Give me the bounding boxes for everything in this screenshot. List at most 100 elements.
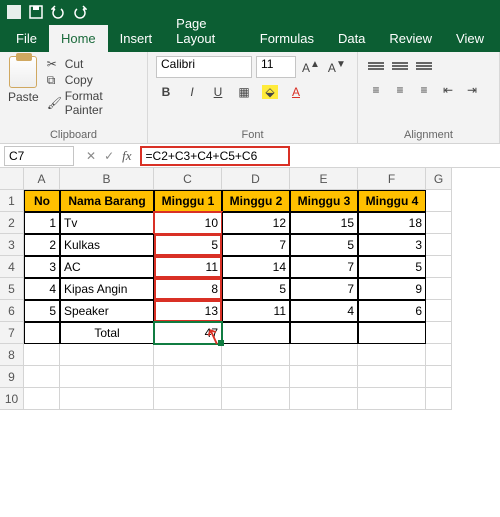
header-cell[interactable]: Nama Barang <box>60 190 154 212</box>
row-header[interactable]: 1 <box>0 190 24 212</box>
cell[interactable]: 3 <box>24 256 60 278</box>
row-header[interactable]: 10 <box>0 388 24 410</box>
header-cell[interactable]: Minggu 4 <box>358 190 426 212</box>
header-cell[interactable]: Minggu 2 <box>222 190 290 212</box>
undo-icon[interactable] <box>50 4 66 20</box>
fx-icon[interactable]: fx <box>122 148 131 164</box>
cell[interactable]: 9 <box>358 278 426 300</box>
font-size-select[interactable]: 11 <box>256 56 296 78</box>
align-top-button[interactable] <box>366 56 386 76</box>
cell[interactable]: 10 <box>154 212 222 234</box>
font-name-select[interactable]: Calibri <box>156 56 252 78</box>
cell[interactable]: 3 <box>358 234 426 256</box>
bold-button[interactable]: B <box>156 82 176 102</box>
cell[interactable]: 5 <box>358 256 426 278</box>
border-button[interactable]: ▦ <box>234 82 254 102</box>
cut-button[interactable]: ✂Cut <box>45 56 139 72</box>
row-header[interactable]: 9 <box>0 366 24 388</box>
format-painter-button[interactable]: 🖌Format Painter <box>45 88 139 118</box>
col-header[interactable]: F <box>358 168 426 190</box>
cell[interactable]: Speaker <box>60 300 154 322</box>
tab-formulas[interactable]: Formulas <box>248 25 326 52</box>
cell[interactable] <box>426 234 452 256</box>
cell[interactable] <box>358 322 426 344</box>
tab-page-layout[interactable]: Page Layout <box>164 10 248 52</box>
cell[interactable]: 5 <box>154 234 222 256</box>
cell[interactable]: Kipas Angin <box>60 278 154 300</box>
cell[interactable]: 11 <box>154 256 222 278</box>
paste-button[interactable]: Paste <box>8 56 39 118</box>
cell[interactable] <box>426 212 452 234</box>
col-header[interactable]: C <box>154 168 222 190</box>
formula-input[interactable]: =C2+C3+C4+C5+C6 <box>140 146 290 166</box>
redo-icon[interactable] <box>72 4 88 20</box>
header-cell[interactable]: No <box>24 190 60 212</box>
decrease-indent-button[interactable]: ⇤ <box>438 80 458 100</box>
cell[interactable] <box>426 344 452 366</box>
total-label-cell[interactable]: Total <box>60 322 154 344</box>
cell[interactable]: 13 <box>154 300 222 322</box>
header-cell[interactable]: Minggu 1 <box>154 190 222 212</box>
select-all-corner[interactable] <box>0 168 24 190</box>
align-left-button[interactable]: ≡ <box>366 80 386 100</box>
cell[interactable]: Tv <box>60 212 154 234</box>
cell[interactable]: 7 <box>290 278 358 300</box>
cell[interactable]: AC <box>60 256 154 278</box>
col-header[interactable]: B <box>60 168 154 190</box>
tab-data[interactable]: Data <box>326 25 377 52</box>
row-header[interactable]: 7 <box>0 322 24 344</box>
cell[interactable]: 18 <box>358 212 426 234</box>
col-header[interactable]: G <box>426 168 452 190</box>
cell[interactable] <box>426 300 452 322</box>
cell[interactable] <box>60 344 154 366</box>
name-box[interactable]: C7 <box>4 146 74 166</box>
cell[interactable]: 4 <box>290 300 358 322</box>
enter-icon[interactable]: ✓ <box>104 149 114 163</box>
tab-home[interactable]: Home <box>49 25 108 52</box>
cell[interactable]: 5 <box>290 234 358 256</box>
cell[interactable] <box>154 366 222 388</box>
cell[interactable]: 4 <box>24 278 60 300</box>
header-cell[interactable]: Minggu 3 <box>290 190 358 212</box>
cell[interactable] <box>426 190 452 212</box>
increase-indent-button[interactable]: ⇥ <box>462 80 482 100</box>
cell[interactable]: 5 <box>222 278 290 300</box>
row-header[interactable]: 2 <box>0 212 24 234</box>
cell[interactable] <box>426 278 452 300</box>
cell[interactable] <box>426 256 452 278</box>
row-header[interactable]: 4 <box>0 256 24 278</box>
tab-view[interactable]: View <box>444 25 496 52</box>
font-color-button[interactable]: A <box>286 82 306 102</box>
cell[interactable]: 8 <box>154 278 222 300</box>
cell[interactable] <box>24 366 60 388</box>
copy-button[interactable]: ⧉Copy <box>45 72 139 88</box>
cell[interactable] <box>60 388 154 410</box>
cell[interactable] <box>24 388 60 410</box>
cell[interactable]: Kulkas <box>60 234 154 256</box>
tab-file[interactable]: File <box>4 25 49 52</box>
cell[interactable]: 15 <box>290 212 358 234</box>
tab-insert[interactable]: Insert <box>108 25 165 52</box>
increase-font-icon[interactable]: A▲ <box>300 59 322 75</box>
cell[interactable]: 2 <box>24 234 60 256</box>
cancel-icon[interactable]: ✕ <box>86 149 96 163</box>
align-right-button[interactable]: ≡ <box>414 80 434 100</box>
align-middle-button[interactable] <box>390 56 410 76</box>
cell[interactable]: 14 <box>222 256 290 278</box>
cell[interactable] <box>290 322 358 344</box>
underline-button[interactable]: U <box>208 82 228 102</box>
cell[interactable]: 7 <box>222 234 290 256</box>
row-header[interactable]: 5 <box>0 278 24 300</box>
cell[interactable]: 5 <box>24 300 60 322</box>
cell[interactable] <box>154 388 222 410</box>
cell[interactable] <box>60 366 154 388</box>
cell[interactable]: 1 <box>24 212 60 234</box>
cell[interactable]: 6 <box>358 300 426 322</box>
cell[interactable] <box>426 322 452 344</box>
italic-button[interactable]: I <box>182 82 202 102</box>
col-header[interactable]: A <box>24 168 60 190</box>
cell[interactable]: 7 <box>290 256 358 278</box>
cell[interactable] <box>426 366 452 388</box>
cell[interactable] <box>24 322 60 344</box>
cell[interactable]: 12 <box>222 212 290 234</box>
